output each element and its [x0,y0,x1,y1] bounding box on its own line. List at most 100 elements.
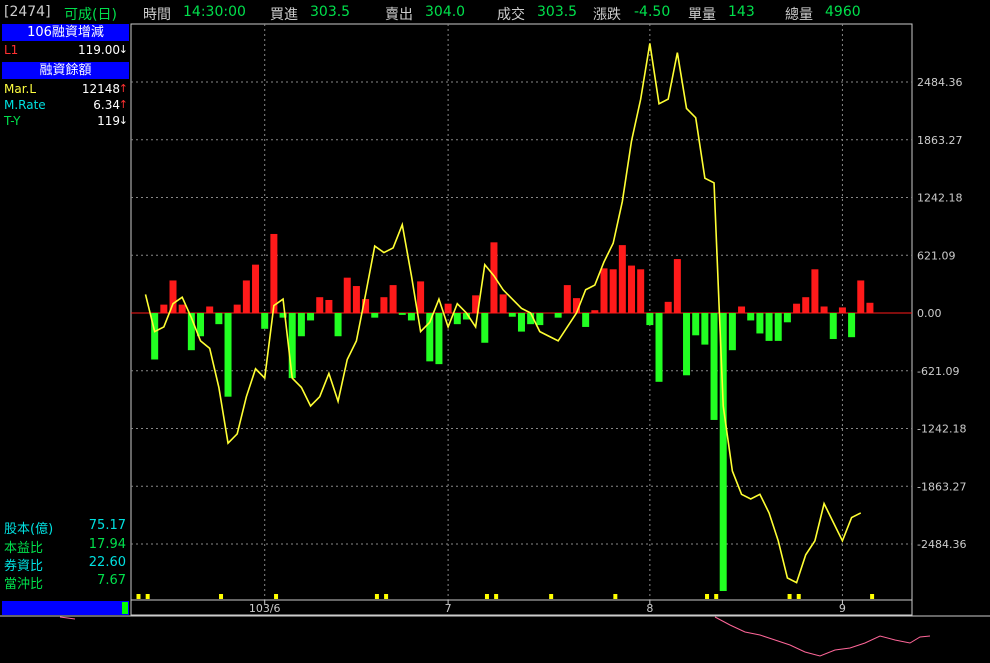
bar [618,245,626,313]
event-marker [384,594,389,599]
bar [738,306,746,313]
bar [683,313,691,376]
bar [857,280,865,313]
event-marker [219,594,224,599]
bar [435,313,443,365]
y-tick-label: 2484.36 [917,76,963,89]
bar [710,313,718,420]
bar [582,313,590,327]
bar [765,313,773,341]
lower-panel [59,616,931,657]
event-marker [787,594,792,599]
bar [554,313,562,318]
bar [701,313,709,345]
bar [499,294,507,313]
bar [407,313,415,321]
bar [783,313,791,323]
event-marker [870,594,875,599]
margin-chart: 2484.36 1863.27 1242.18 621.09 0.00 -621.09 -1… [0,23,990,657]
event-markers [136,594,875,599]
y-tick-label: 621.09 [917,249,956,262]
y-tick-label: -621.09 [917,365,959,378]
bar [352,286,360,313]
bar [215,313,223,325]
bar [820,306,828,313]
event-marker [714,594,719,599]
y-tick-label: 0.00 [917,307,942,320]
event-marker [796,594,801,599]
bar [664,301,672,313]
bar [261,313,269,329]
bar [563,285,571,313]
x-axis: 103/6 7 8 9 [249,600,846,615]
bar [307,313,315,321]
bar [728,313,736,351]
bar [398,313,406,315]
x-tick-label: 8 [646,602,653,615]
bar [270,233,278,313]
y-tick-label: 1863.27 [917,134,963,147]
bar [774,313,782,341]
bar [591,310,599,313]
bar [316,297,324,313]
x-tick-label: 7 [445,602,452,615]
bar [536,313,544,326]
bar [297,313,305,337]
bar [325,299,333,313]
bar [252,264,260,313]
bar [490,242,498,313]
bar [811,269,819,313]
bar [224,313,232,397]
event-marker [136,594,141,599]
bar [829,313,837,340]
bar [517,313,525,332]
bar [380,297,388,313]
bar [673,259,681,313]
bar [233,304,241,313]
bar [160,304,168,313]
y-tick-label: -2484.36 [917,538,966,551]
bar [600,268,608,313]
bar [371,313,379,318]
bar [628,265,636,313]
bar [288,313,296,379]
event-marker [145,594,150,599]
bar [756,313,764,334]
bar [609,269,617,313]
bar [793,303,801,313]
bar [417,281,425,313]
event-marker [274,594,279,599]
chart-frame [0,23,990,617]
bar [389,285,397,313]
event-marker [484,594,489,599]
bar [646,313,654,326]
y-tick-label: 1242.18 [917,192,963,205]
x-tick-label: 103/6 [249,602,281,615]
bar [838,307,846,313]
bar [206,306,214,313]
lower-line [714,616,931,657]
event-marker [613,594,618,599]
y-tick-label: -1863.27 [917,480,966,493]
bar [747,313,755,321]
bar [508,313,516,317]
event-marker [374,594,379,599]
event-marker [494,594,499,599]
bar [242,280,250,313]
y-axis: 2484.36 1863.27 1242.18 621.09 0.00 -621.09 -1… [917,76,966,551]
bar [637,269,645,313]
bar-series [151,233,874,592]
bar [453,313,461,325]
x-tick-label: 9 [839,602,846,615]
bar [481,313,489,343]
bar [444,303,452,313]
bar [848,313,856,338]
bar [692,313,700,336]
bar [343,277,351,313]
lower-line [59,616,76,620]
bar [802,297,810,313]
bar [866,302,874,313]
y-tick-label: -1242.18 [917,423,966,436]
bar [178,304,186,313]
event-marker [549,594,554,599]
